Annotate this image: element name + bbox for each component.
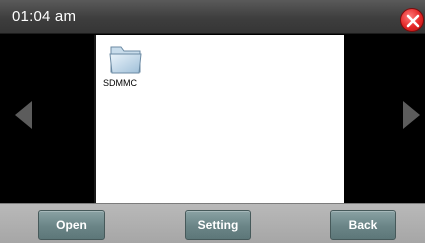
file-label: SDMMC	[103, 78, 137, 88]
clock-time: 01:04 am	[12, 8, 77, 25]
back-button[interactable]: Back	[330, 210, 396, 240]
close-button[interactable]	[400, 8, 424, 32]
title-bar: 01:04 am	[0, 0, 425, 34]
bottom-toolbar: Open Setting Back	[0, 203, 425, 243]
next-arrow-icon[interactable]	[402, 101, 420, 129]
left-panel	[0, 35, 94, 203]
file-browser-pane: SDMMC	[94, 35, 344, 203]
previous-arrow-icon[interactable]	[15, 101, 33, 129]
folder-icon	[109, 46, 142, 74]
file-item-sdmmc[interactable]: SDMMC	[103, 43, 149, 88]
right-panel	[344, 35, 425, 203]
open-button[interactable]: Open	[38, 210, 105, 240]
close-icon	[406, 14, 420, 28]
setting-button[interactable]: Setting	[185, 210, 251, 240]
